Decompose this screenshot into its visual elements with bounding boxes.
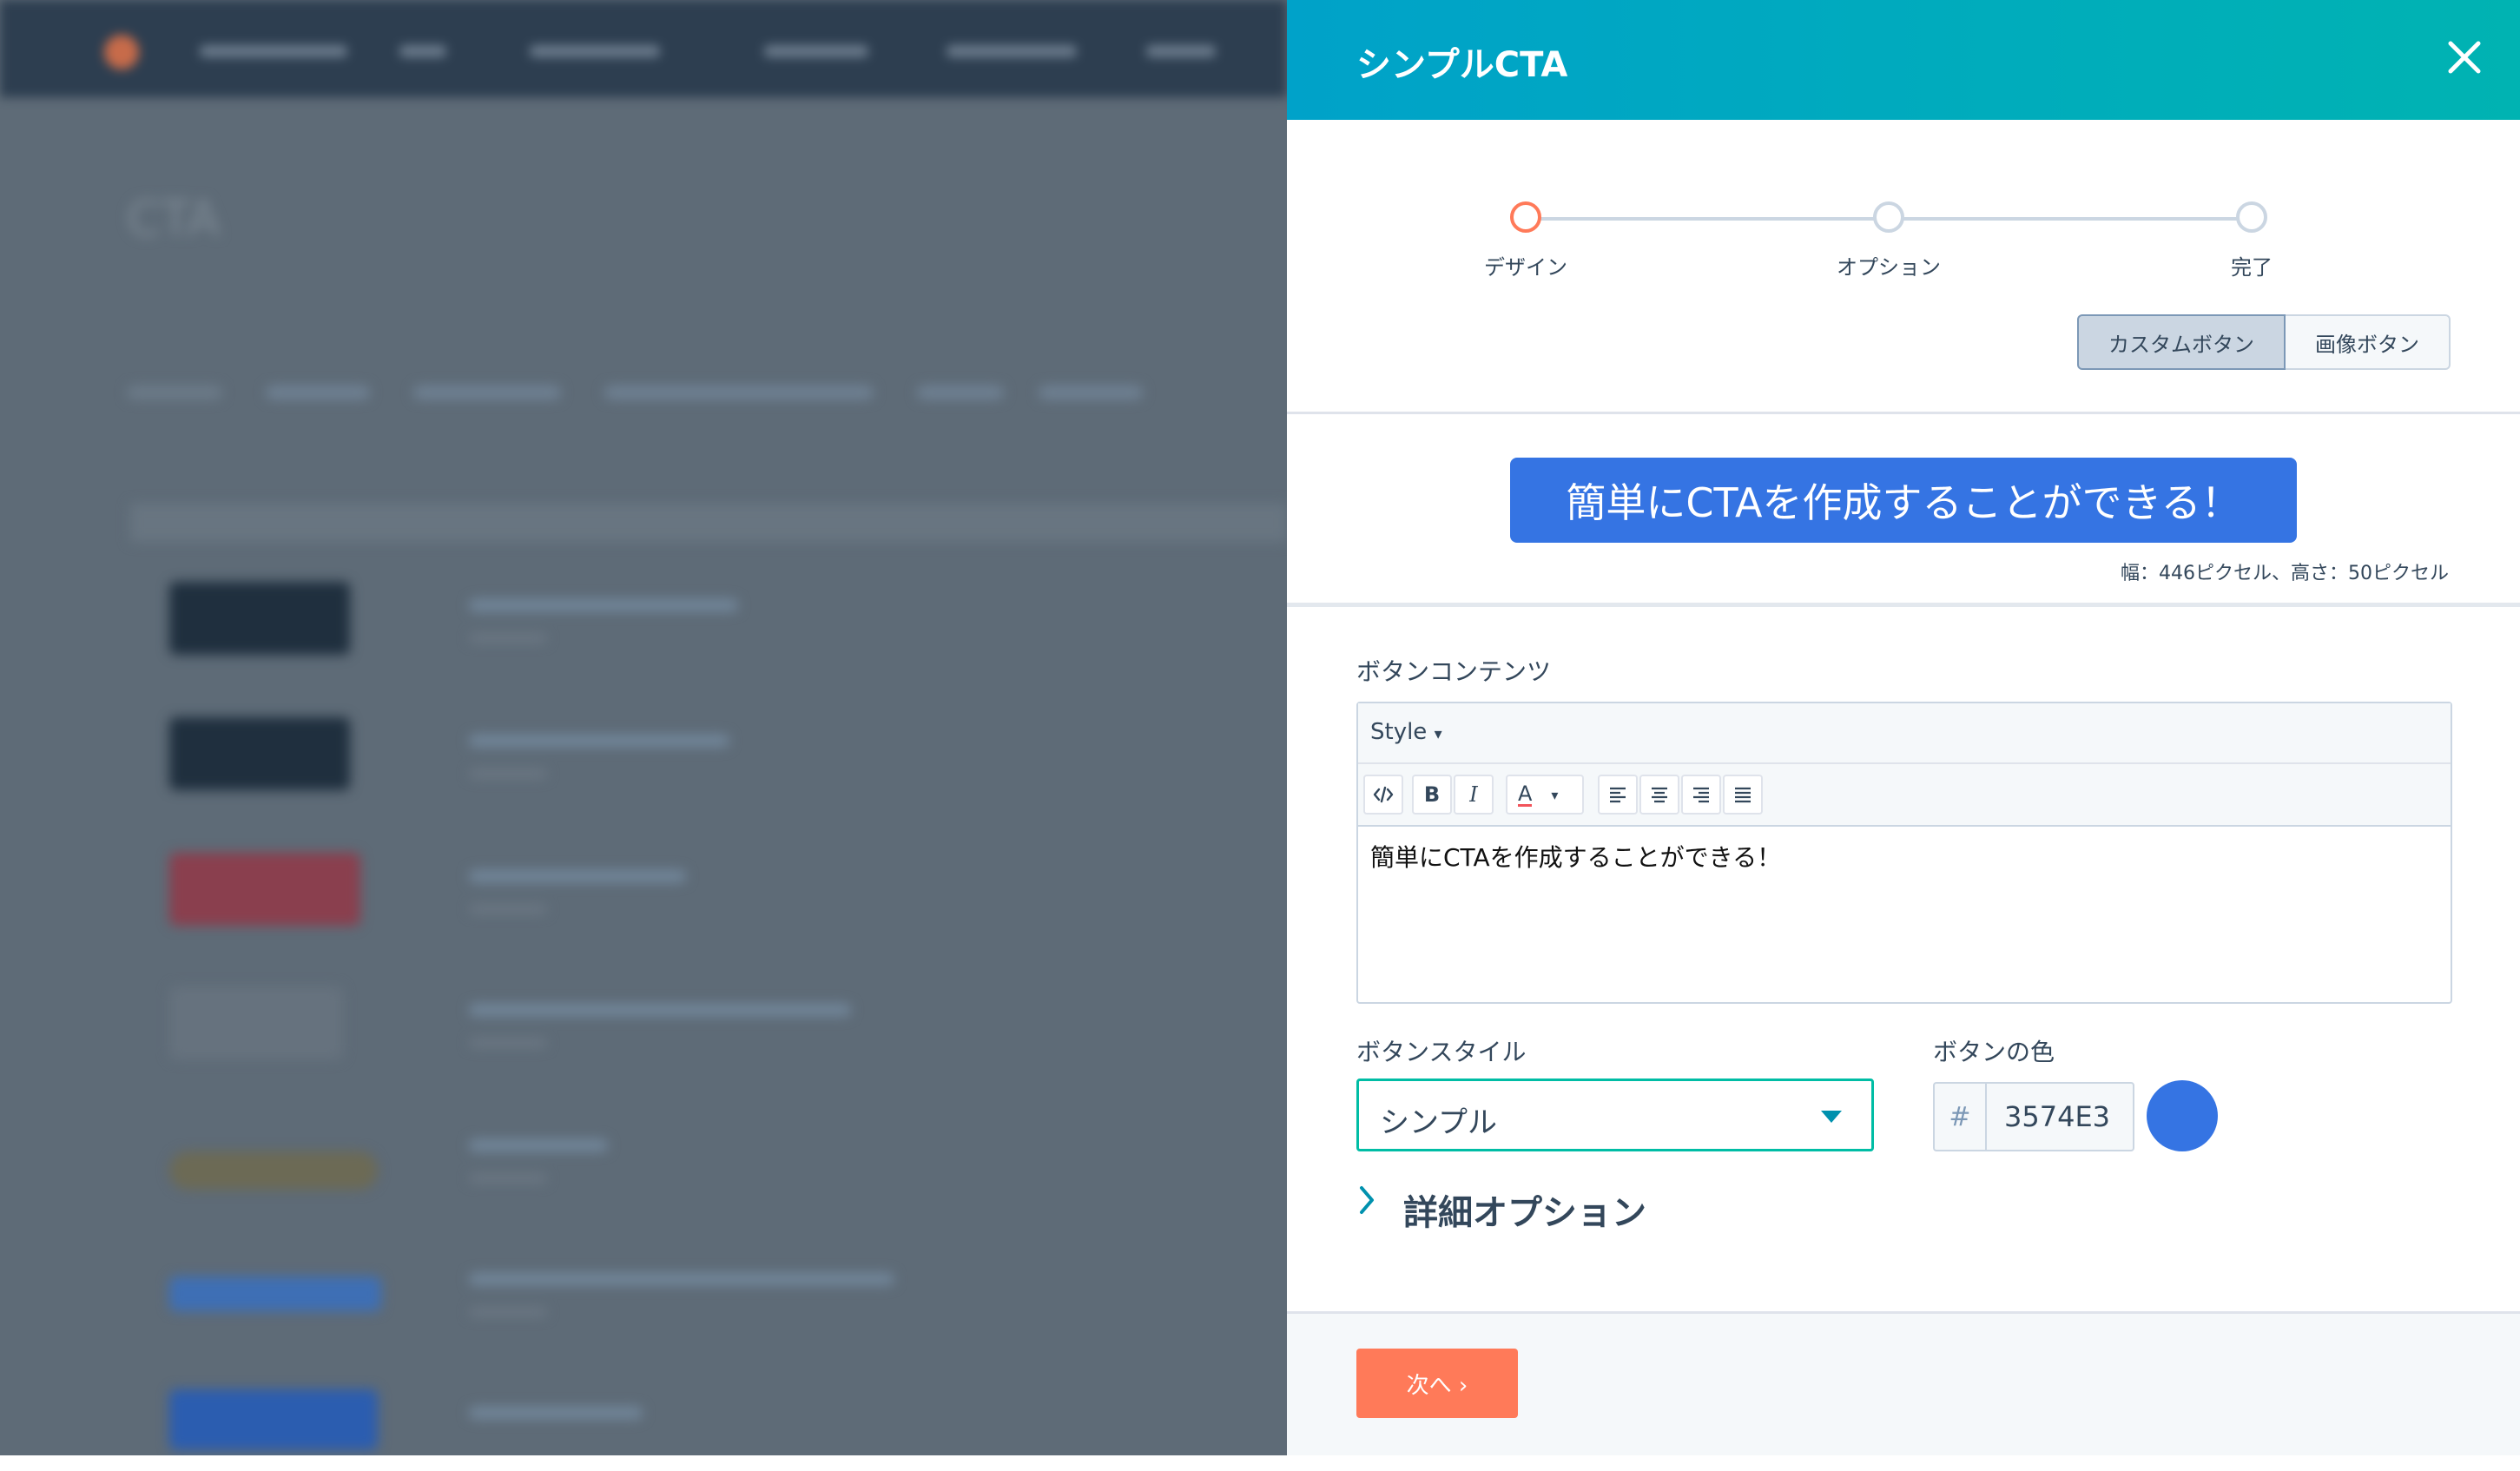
text-color-icon: A <box>1518 781 1533 807</box>
next-button[interactable]: 次へ › <box>1356 1349 1518 1418</box>
panel-title: シンプルCTA <box>1356 45 1568 85</box>
button-style-value: シンプル <box>1380 1105 1497 1140</box>
italic-button[interactable]: I <box>1454 775 1494 815</box>
align-left-button[interactable] <box>1598 775 1638 815</box>
preview-dimensions: 幅：446ピクセル、高さ：50ピクセル <box>2121 563 2449 584</box>
panel-header: シンプルCTA <box>1287 0 2520 120</box>
step-connector <box>1903 217 2251 221</box>
style-dropdown-label: Style <box>1370 719 1428 745</box>
advanced-options-toggle[interactable]: 詳細オプション <box>1403 1184 1646 1235</box>
align-justify-button[interactable] <box>1723 775 1763 815</box>
progress-steps: デザイン オプション 完了 <box>1287 191 2520 287</box>
step-label-design: デザイン <box>1484 255 1567 280</box>
align-center-button[interactable] <box>1639 775 1679 815</box>
button-style-select[interactable]: シンプル <box>1356 1079 1874 1151</box>
bold-button[interactable]: B <box>1412 775 1452 815</box>
caret-down-icon <box>1821 1111 1842 1123</box>
align-right-icon <box>1693 787 1709 803</box>
background-app: CTA <box>0 0 1287 1455</box>
chevron-right-icon[interactable] <box>1355 1183 1381 1217</box>
align-center-icon <box>1652 787 1667 803</box>
align-justify-icon <box>1735 787 1751 803</box>
step-connector <box>1540 217 1888 221</box>
step-dot-done <box>2236 201 2267 233</box>
caret-down-icon: ▾ <box>1551 786 1559 803</box>
button-color-label: ボタンの色 <box>1933 1038 2055 1066</box>
editor-toolbar: B I A ▾ <box>1358 764 2451 827</box>
hash-prefix: # <box>1933 1082 1985 1151</box>
step-label-options: オプション <box>1837 255 1941 280</box>
editor-style-bar: Style ▾ <box>1358 703 2451 764</box>
style-dropdown[interactable]: Style ▾ <box>1370 719 1442 745</box>
step-dot-design <box>1510 201 1541 233</box>
divider <box>1287 603 2520 607</box>
step-dot-options <box>1873 201 1904 233</box>
code-icon <box>1373 786 1394 803</box>
close-button[interactable] <box>2444 36 2485 78</box>
hubspot-logo-icon <box>104 35 139 69</box>
close-icon <box>2448 41 2481 74</box>
align-right-button[interactable] <box>1681 775 1721 815</box>
text-color-button[interactable]: A ▾ <box>1506 775 1584 815</box>
color-hex-input[interactable] <box>1985 1082 2134 1151</box>
source-code-button[interactable] <box>1363 775 1403 815</box>
background-topbar <box>0 0 1287 97</box>
rich-text-editor: Style ▾ B I A ▾ 簡単にCTAを作成することができる！ <box>1356 702 2452 1004</box>
italic-icon: I <box>1469 782 1478 807</box>
button-content-label: ボタンコンテンツ <box>1356 657 1552 686</box>
cta-editor-panel: シンプルCTA デザイン オプション 完了 カスタムボタン 画像ボタン 簡単にC… <box>1287 0 2520 1455</box>
color-swatch[interactable] <box>2147 1080 2218 1151</box>
cta-preview-button: 簡単にCTAを作成することができる！ <box>1510 458 2297 543</box>
button-type-toggle: カスタムボタン 画像ボタン <box>2077 314 2451 370</box>
editor-content[interactable]: 簡単にCTAを作成することができる！ <box>1370 839 1781 874</box>
background-page-title: CTA <box>127 191 221 247</box>
image-button-option[interactable]: 画像ボタン <box>2286 314 2451 370</box>
panel-footer: 次へ › <box>1287 1311 2520 1455</box>
step-label-done: 完了 <box>2231 255 2273 280</box>
divider <box>1287 412 2520 414</box>
caret-down-icon: ▾ <box>1434 725 1442 743</box>
button-style-label: ボタンスタイル <box>1356 1038 1527 1066</box>
custom-button-option[interactable]: カスタムボタン <box>2077 314 2286 370</box>
align-left-icon <box>1610 787 1626 803</box>
bold-icon: B <box>1423 782 1441 807</box>
